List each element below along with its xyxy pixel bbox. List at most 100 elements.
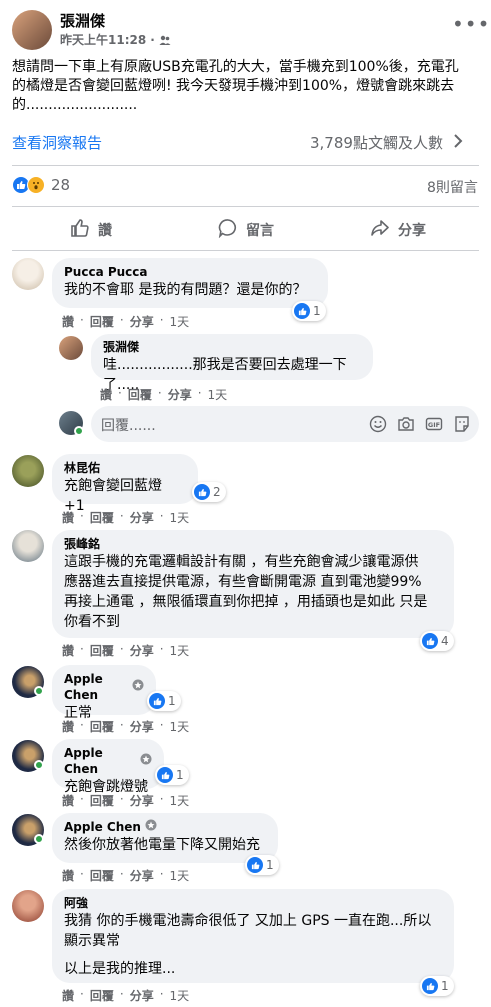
comment-text-line: 以上是我的推理... <box>64 961 176 977</box>
comment-reactions[interactable]: 4 <box>420 631 454 651</box>
comment-time[interactable]: 1天 <box>170 987 190 1004</box>
reaction-count: 4 <box>441 634 449 648</box>
reply-placeholder: 回覆...... <box>101 418 156 434</box>
comment-share-link[interactable]: 分享 <box>130 792 154 809</box>
comment-text-line: 應器進去直接提供電源，有些會斷開電源 直到電池變99% <box>64 574 422 590</box>
comment-button[interactable]: 留言 <box>218 218 274 242</box>
commenter-name[interactable]: 阿強 <box>64 895 442 911</box>
post-time-text[interactable]: 昨天上午11:28 <box>60 31 146 48</box>
commenter-name[interactable]: Apple Chen <box>64 745 152 777</box>
comment-time[interactable]: 1天 <box>170 867 190 884</box>
comment-reactions[interactable]: 2 <box>192 482 226 502</box>
commenter-name[interactable]: 張淵傑 <box>103 339 361 355</box>
comment-time[interactable]: 1天 <box>170 313 190 330</box>
comment-share-link[interactable]: 分享 <box>130 509 154 526</box>
like-label: 讚 <box>98 223 112 239</box>
post-time[interactable]: 昨天上午11:28 · <box>60 31 171 48</box>
commenter-name-text[interactable]: Apple Chen <box>64 819 141 835</box>
comment-reply-link[interactable]: 回覆 <box>90 642 114 659</box>
comment-reactions[interactable]: 1 <box>292 301 326 321</box>
comment-like-link[interactable]: 讚 <box>62 509 74 526</box>
sticker-icon[interactable] <box>453 415 471 437</box>
camera-icon[interactable] <box>397 415 415 437</box>
commenter-name[interactable]: Pucca Pucca <box>64 264 316 280</box>
comment-share-link[interactable]: 分享 <box>130 642 154 659</box>
comment-time[interactable]: 1天 <box>208 386 228 403</box>
comment-time[interactable]: 1天 <box>170 509 190 526</box>
commenter-name[interactable]: 林昆佑 <box>64 460 186 476</box>
comment-reply-link[interactable]: 回覆 <box>90 313 114 330</box>
badge-icon <box>132 679 144 695</box>
comment-reply-link[interactable]: 回覆 <box>90 792 114 809</box>
comment-reactions[interactable]: 1 <box>420 976 454 996</box>
comment-time[interactable]: 1天 <box>170 718 190 735</box>
comment-reactions[interactable]: 1 <box>155 765 189 785</box>
comment-text-line: 顯示異常 <box>64 933 120 949</box>
comment-like-link[interactable]: 讚 <box>62 642 74 659</box>
post-text-line: 的橘燈是否會變回藍燈咧! 我今天發現手機沖到100%，燈號會跳來跳去 <box>12 78 455 94</box>
comment-count[interactable]: 8則留言 <box>427 177 478 197</box>
separator: · <box>118 386 122 400</box>
like-reaction-icon <box>294 303 310 319</box>
comment-bubble: Apple Chen 充飽會跳燈號 <box>52 739 164 795</box>
comment-share-link[interactable]: 分享 <box>130 718 154 735</box>
avatar[interactable] <box>12 455 44 487</box>
post-author-name[interactable]: 張淵傑 <box>60 10 105 31</box>
badge-icon <box>145 819 157 835</box>
avatar[interactable] <box>12 258 44 290</box>
comment-reply-link[interactable]: 回覆 <box>90 987 114 1004</box>
badge-icon <box>140 753 152 769</box>
reach-count[interactable]: 3,789點文觸及人數 <box>310 132 463 153</box>
reaction-summary[interactable]: 28 <box>12 176 70 194</box>
separator: · <box>119 792 124 806</box>
commenter-name-text[interactable]: Apple Chen <box>64 745 136 777</box>
commenter-name[interactable]: 張峰銘 <box>64 536 442 552</box>
comment-share-link[interactable]: 分享 <box>130 867 154 884</box>
more-options-icon[interactable]: ••• <box>452 12 490 36</box>
comment-actions: 讚 · 回覆 · 分享 · 1天 <box>100 386 227 403</box>
divider <box>12 165 479 166</box>
comment-reply-link[interactable]: 回覆 <box>90 509 114 526</box>
gif-icon[interactable]: GIF <box>425 415 443 437</box>
comment-text: 我的不會耶 是我的有問題？還是你的？ <box>64 282 307 298</box>
comment-like-link[interactable]: 讚 <box>62 792 74 809</box>
emoji-icon[interactable] <box>369 415 387 437</box>
comment-bubble: Pucca Pucca 我的不會耶 是我的有問題？還是你的？ <box>52 258 328 308</box>
comment-like-link[interactable]: 讚 <box>62 867 74 884</box>
comment-share-link[interactable]: 分享 <box>168 386 192 403</box>
comment-actions: 讚 · 回覆 · 分享 · 1天 <box>62 987 189 1004</box>
reaction-count: 2 <box>213 485 221 499</box>
comment-like-link[interactable]: 讚 <box>100 386 112 403</box>
comment-time[interactable]: 1天 <box>170 792 190 809</box>
commenter-name[interactable]: Apple Chen <box>64 671 144 703</box>
view-insights-link[interactable]: 查看洞察報告 <box>12 132 102 153</box>
comment-reply-link[interactable]: 回覆 <box>90 867 114 884</box>
separator: · <box>119 509 124 523</box>
comment-bubble: 林昆佑 充飽會變回藍燈 +1 <box>52 454 198 514</box>
comment-like-link[interactable]: 讚 <box>62 313 74 330</box>
separator: · <box>157 386 162 400</box>
comment-bubble: Apple Chen 正常 <box>52 665 156 721</box>
reply-input[interactable]: 回覆...... GIF <box>91 406 479 442</box>
comment-like-link[interactable]: 讚 <box>62 987 74 1004</box>
comment-reply-link[interactable]: 回覆 <box>128 386 152 403</box>
share-button[interactable]: 分享 <box>370 218 426 242</box>
comment-time[interactable]: 1天 <box>170 642 190 659</box>
commenter-name[interactable]: Apple Chen <box>64 819 266 835</box>
comment-reactions[interactable]: 1 <box>245 855 279 875</box>
like-button[interactable]: 讚 <box>70 218 112 242</box>
comment-reply-link[interactable]: 回覆 <box>90 718 114 735</box>
avatar[interactable] <box>59 336 83 360</box>
post-author-avatar[interactable] <box>12 10 52 50</box>
avatar[interactable] <box>12 530 44 562</box>
reaction-count: 1 <box>168 694 176 708</box>
comment-share-link[interactable]: 分享 <box>130 313 154 330</box>
avatar[interactable] <box>12 890 44 922</box>
divider <box>12 206 479 207</box>
commenter-name-text[interactable]: Apple Chen <box>64 671 128 703</box>
comment-reactions[interactable]: 1 <box>147 691 181 711</box>
comment-share-link[interactable]: 分享 <box>130 987 154 1004</box>
like-reaction-icon <box>247 857 263 873</box>
separator: · <box>80 987 84 1001</box>
comment-like-link[interactable]: 讚 <box>62 718 74 735</box>
